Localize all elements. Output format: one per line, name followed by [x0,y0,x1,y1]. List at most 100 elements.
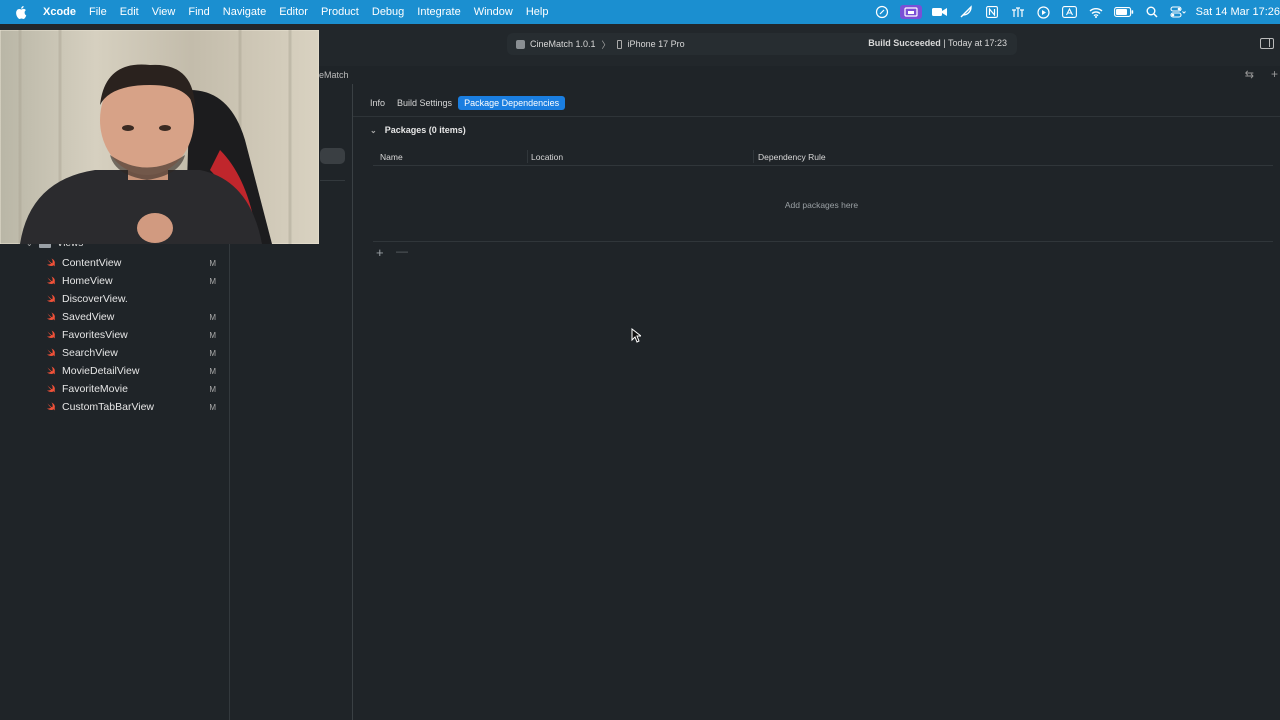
scheme-status-bar[interactable]: CineMatch 1.0.1 〉 iPhone 17 Pro Build Su… [507,33,1017,55]
packages-section: ⌄ Packages (0 items) Name Location Depen… [353,117,1280,720]
scm-status-badge: M [209,402,216,412]
scm-status-badge: M [209,258,216,268]
remove-package-button[interactable]: — [396,244,408,258]
menu-app-xcode[interactable]: Xcode [43,6,76,18]
menu-navigate[interactable]: Navigate [223,6,266,18]
file-row[interactable]: CustomTabBarView M [46,398,220,416]
tab-info[interactable]: Info [364,96,391,110]
build-status-time: | Today at 17:23 [943,38,1007,48]
swift-icon [46,402,57,413]
column-location[interactable]: Location [531,152,563,162]
file-list: ContentView M HomeView M DiscoverView. SavedV… [46,254,220,416]
breadcrumb[interactable]: eMatch [319,70,349,80]
target-divider [320,180,345,181]
file-row[interactable]: HomeView M [46,272,220,290]
menu-view[interactable]: View [152,6,176,18]
build-status: Build Succeeded | Today at 17:23 [868,38,1007,48]
packages-table-header: Name Location Dependency Rule [373,150,1273,166]
target-selected-row[interactable] [320,148,345,164]
run-destination[interactable]: iPhone 17 Pro [628,39,685,49]
battery-icon[interactable] [1113,5,1134,19]
presenter-video-image [0,30,319,244]
menu-file[interactable]: File [89,6,107,18]
table-divider [373,241,1273,242]
file-name: FavoriteMovie [62,383,128,395]
swift-icon [46,348,57,359]
network-icon[interactable] [1010,5,1026,19]
file-row[interactable]: DiscoverView. [46,290,220,308]
menu-integrate[interactable]: Integrate [417,6,460,18]
empty-state-message: Add packages here [784,200,859,210]
control-center-icon[interactable] [1170,5,1186,19]
menu-help[interactable]: Help [526,6,549,18]
swift-icon [46,384,57,395]
apple-icon[interactable] [13,4,29,20]
scheme-name[interactable]: CineMatch 1.0.1 [530,39,596,49]
menu-debug[interactable]: Debug [372,6,404,18]
menu-edit[interactable]: Edit [120,6,139,18]
swift-icon [46,258,57,269]
menu-window[interactable]: Window [474,6,513,18]
file-name: SearchView [62,347,118,359]
column-separator [527,150,528,163]
add-editor-icon[interactable]: + [1271,67,1278,81]
column-dependency-rule[interactable]: Dependency Rule [758,152,826,162]
swift-icon [46,294,57,305]
swap-icon[interactable]: ⇆ [1245,68,1254,81]
scm-status-badge: M [209,366,216,376]
search-icon[interactable] [1144,5,1160,19]
wifi-icon[interactable] [1088,5,1104,19]
file-row[interactable]: FavoritesView M [46,326,220,344]
app-target-icon [516,39,525,49]
webcam-overlay [0,30,319,244]
file-name: MovieDetailView [62,365,140,377]
file-row[interactable]: SavedView M [46,308,220,326]
mouse-cursor-icon [631,328,641,343]
play-icon[interactable] [1036,5,1052,19]
swift-icon [46,330,57,341]
scm-status-badge: M [209,348,216,358]
input-a-icon[interactable] [1062,5,1078,19]
file-row[interactable]: SearchView M [46,344,220,362]
file-name: DiscoverView. [62,293,128,305]
chevron-down-icon[interactable]: ⌄ [370,126,377,135]
swift-icon [46,312,57,323]
chevron-right-icon: 〉 [601,39,611,50]
swift-icon [46,276,57,287]
edit-icon[interactable] [874,5,890,19]
menu-product[interactable]: Product [321,6,359,18]
editor-jump-bar: eMatch ⇆ + [319,66,1280,84]
packages-title: Packages (0 items) [384,125,466,135]
screen-record-icon[interactable] [899,5,922,19]
file-row[interactable]: FavoriteMovie M [46,380,220,398]
scm-status-badge: M [209,276,216,286]
swift-icon [46,366,57,377]
scm-status-badge: M [209,330,216,340]
menu-clock[interactable]: Sat 14 Mar 17:26 [1196,6,1280,18]
column-separator [753,150,754,163]
file-name: HomeView [62,275,113,287]
column-name[interactable]: Name [380,152,403,162]
file-name: CustomTabBarView [62,401,155,413]
file-name: FavoritesView [62,329,128,341]
iphone-icon [616,39,622,49]
menu-editor[interactable]: Editor [279,6,308,18]
feather-icon[interactable] [958,5,974,19]
xcode-window: Xcode File Edit View Find Navigate Edito… [0,0,1280,720]
tab-build-settings[interactable]: Build Settings [391,96,458,110]
add-package-button[interactable]: + [376,245,384,260]
camera-icon[interactable] [932,5,948,19]
menu-bar: Xcode File Edit View Find Navigate Edito… [0,0,1280,24]
tab-package-dependencies[interactable]: Package Dependencies [458,95,566,110]
scm-status-badge: M [209,312,216,322]
inspector-toggle-icon[interactable] [1260,38,1274,49]
project-editor-tabs: Info Build Settings Package Dependencies [364,95,566,110]
file-row[interactable]: ContentView M [46,254,220,272]
packages-header[interactable]: ⌄ Packages (0 items) [370,125,466,135]
scm-status-badge: M [209,384,216,394]
notion-icon[interactable] [984,5,1000,19]
menu-find[interactable]: Find [188,6,209,18]
status-area: Sat 14 Mar 17:26 [874,0,1280,24]
build-status-label: Build Succeeded [868,38,941,48]
file-row[interactable]: MovieDetailView M [46,362,220,380]
